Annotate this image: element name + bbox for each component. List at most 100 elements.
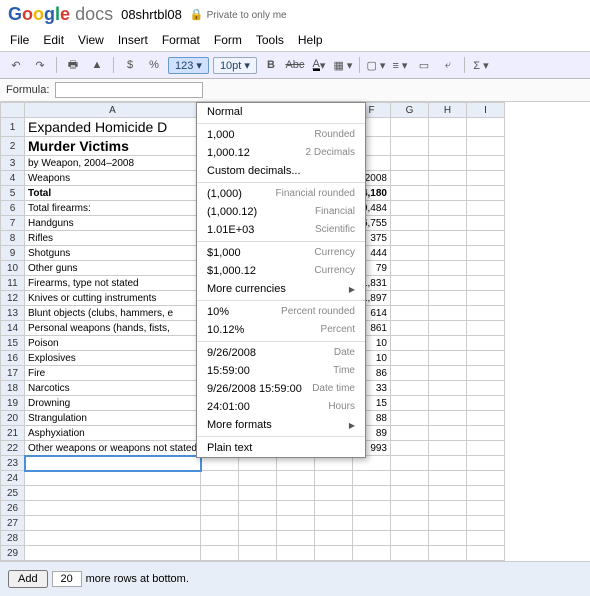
row-header[interactable]: 26 bbox=[1, 501, 25, 516]
row-header[interactable]: 14 bbox=[1, 321, 25, 336]
format-option[interactable]: Plain text bbox=[197, 439, 365, 457]
cell[interactable] bbox=[25, 546, 201, 561]
cell[interactable] bbox=[429, 321, 467, 336]
cell[interactable] bbox=[391, 231, 429, 246]
row-header[interactable]: 8 bbox=[1, 231, 25, 246]
strike-button[interactable]: Abc bbox=[285, 55, 305, 75]
cell[interactable] bbox=[391, 171, 429, 186]
cell[interactable] bbox=[391, 531, 429, 546]
row-header[interactable]: 4 bbox=[1, 171, 25, 186]
cell[interactable] bbox=[391, 441, 429, 456]
cell[interactable] bbox=[429, 118, 467, 137]
col-header[interactable] bbox=[1, 103, 25, 118]
cell[interactable]: Other weapons or weapons not stated bbox=[25, 441, 201, 456]
cell[interactable] bbox=[467, 381, 505, 396]
cell[interactable] bbox=[467, 321, 505, 336]
cell[interactable] bbox=[467, 201, 505, 216]
cell[interactable] bbox=[467, 516, 505, 531]
cell[interactable] bbox=[429, 137, 467, 156]
cell[interactable] bbox=[391, 321, 429, 336]
cell[interactable] bbox=[201, 531, 239, 546]
cell[interactable] bbox=[467, 118, 505, 137]
row-header[interactable]: 12 bbox=[1, 291, 25, 306]
cell[interactable] bbox=[391, 306, 429, 321]
cell[interactable] bbox=[391, 456, 429, 471]
cell[interactable]: Murder Victims bbox=[25, 137, 201, 156]
cell[interactable] bbox=[429, 186, 467, 201]
add-rows-button[interactable]: Add bbox=[8, 570, 48, 588]
cell[interactable] bbox=[467, 351, 505, 366]
cell[interactable] bbox=[429, 546, 467, 561]
row-header[interactable]: 24 bbox=[1, 471, 25, 486]
cell[interactable] bbox=[467, 261, 505, 276]
cell[interactable] bbox=[391, 411, 429, 426]
text-color-button[interactable]: A ▾ bbox=[309, 55, 329, 75]
cell[interactable] bbox=[391, 471, 429, 486]
cell[interactable] bbox=[391, 546, 429, 561]
row-header[interactable]: 2 bbox=[1, 137, 25, 156]
cell[interactable]: Weapons bbox=[25, 171, 201, 186]
cell[interactable] bbox=[315, 501, 353, 516]
format-option[interactable]: 10%Percent rounded bbox=[197, 303, 365, 321]
cell[interactable]: Rifles bbox=[25, 231, 201, 246]
cell[interactable]: Explosives bbox=[25, 351, 201, 366]
cell[interactable] bbox=[277, 501, 315, 516]
font-size-select[interactable]: 10pt ▾ bbox=[213, 57, 257, 74]
redo-button[interactable]: ↷ bbox=[30, 55, 50, 75]
cell[interactable] bbox=[353, 501, 391, 516]
format-option[interactable]: $1,000Currency bbox=[197, 244, 365, 262]
wrap-button[interactable]: ⤶ bbox=[438, 55, 458, 75]
format-option[interactable]: 24:01:00Hours bbox=[197, 398, 365, 416]
cell[interactable] bbox=[391, 201, 429, 216]
cell[interactable] bbox=[201, 486, 239, 501]
undo-button[interactable]: ↶ bbox=[6, 55, 26, 75]
row-header[interactable]: 10 bbox=[1, 261, 25, 276]
cell[interactable] bbox=[315, 546, 353, 561]
cell[interactable] bbox=[277, 471, 315, 486]
cell[interactable] bbox=[429, 261, 467, 276]
menu-insert[interactable]: Insert bbox=[118, 33, 148, 47]
cell[interactable] bbox=[467, 531, 505, 546]
col-header[interactable]: G bbox=[391, 103, 429, 118]
cell[interactable] bbox=[391, 501, 429, 516]
row-header[interactable]: 28 bbox=[1, 531, 25, 546]
cell[interactable] bbox=[429, 381, 467, 396]
cell[interactable] bbox=[391, 336, 429, 351]
cell[interactable] bbox=[391, 381, 429, 396]
cell[interactable] bbox=[315, 471, 353, 486]
cell[interactable] bbox=[391, 351, 429, 366]
cell[interactable]: Shotguns bbox=[25, 246, 201, 261]
align-button[interactable]: ≡ ▾ bbox=[390, 55, 410, 75]
cell[interactable] bbox=[467, 501, 505, 516]
row-header[interactable]: 11 bbox=[1, 276, 25, 291]
col-header[interactable]: H bbox=[429, 103, 467, 118]
menu-edit[interactable]: Edit bbox=[43, 33, 64, 47]
cell[interactable] bbox=[391, 276, 429, 291]
cell[interactable] bbox=[467, 276, 505, 291]
menu-format[interactable]: Format bbox=[162, 33, 200, 47]
format-option[interactable]: 1,000.122 Decimals bbox=[197, 144, 365, 162]
formula-button[interactable]: Σ ▾ bbox=[471, 55, 491, 75]
cell[interactable] bbox=[467, 186, 505, 201]
cell[interactable] bbox=[429, 216, 467, 231]
cell[interactable] bbox=[467, 171, 505, 186]
col-header[interactable]: I bbox=[467, 103, 505, 118]
cell[interactable] bbox=[467, 366, 505, 381]
row-header[interactable]: 19 bbox=[1, 396, 25, 411]
cell[interactable] bbox=[277, 546, 315, 561]
row-header[interactable]: 5 bbox=[1, 186, 25, 201]
cell[interactable] bbox=[467, 486, 505, 501]
format-option[interactable]: 1.01E+03Scientific bbox=[197, 221, 365, 239]
row-header[interactable]: 25 bbox=[1, 486, 25, 501]
format-option[interactable]: Custom decimals... bbox=[197, 162, 365, 180]
cell[interactable] bbox=[429, 366, 467, 381]
cell[interactable] bbox=[429, 306, 467, 321]
cell[interactable] bbox=[429, 456, 467, 471]
row-header[interactable]: 20 bbox=[1, 411, 25, 426]
cell[interactable] bbox=[25, 516, 201, 531]
print-button[interactable]: 🖶 bbox=[63, 55, 83, 75]
cell[interactable] bbox=[391, 261, 429, 276]
format-option[interactable]: 1,000Rounded bbox=[197, 126, 365, 144]
cell[interactable] bbox=[391, 186, 429, 201]
cell[interactable]: Strangulation bbox=[25, 411, 201, 426]
